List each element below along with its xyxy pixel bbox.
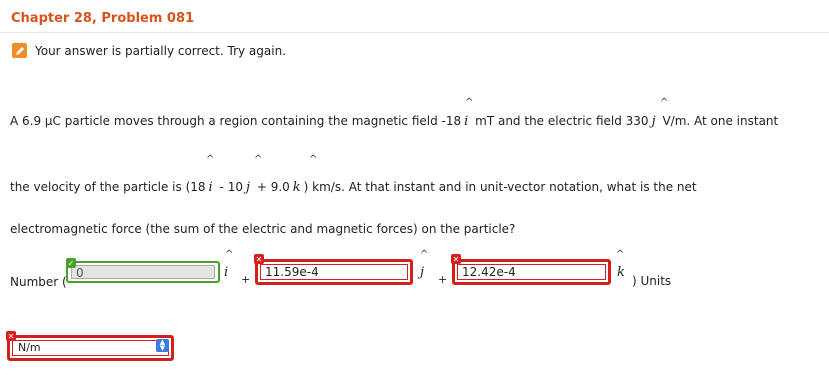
hat-mark: ^ [309,154,318,165]
j-component-field[interactable]: 11.59e-4 [255,259,413,285]
select-updown-icon[interactable]: ▲ ▼ [156,339,169,352]
plus-sign: + [438,273,448,286]
hat-mark: ^ [206,154,215,165]
unit-vector-i: i [208,180,213,195]
problem-title: Chapter 28, Problem 081 [11,11,195,26]
incorrect-x-icon: ✕ [6,331,16,341]
problem-text: + 9.0 [256,180,290,194]
incorrect-x-icon: ✕ [254,254,264,264]
hat-mark: ^ [465,97,474,108]
plus-sign: + [241,273,251,286]
units-label: ) Units [632,274,672,288]
problem-text: - 10 [219,180,243,194]
unit-vector-i: i [464,114,469,129]
k-component-field[interactable]: 12.42e-4 [452,259,611,285]
i-component-field[interactable]: 0 [66,261,220,283]
hat-mark: ^ [660,97,669,108]
problem-line-2: the velocity of the particle is (18 i - 1… [10,180,697,195]
header-divider [0,32,829,33]
hat-mark: ^ [420,249,429,260]
hat-mark: ^ [225,249,234,260]
correct-check-icon: ✓ [66,258,76,268]
units-select[interactable]: N/m ▲ ▼ [7,335,174,361]
problem-text: ) km/s. At that instant and in unit-vect… [303,180,697,194]
problem-text: mT and the electric field 330 [475,114,649,128]
unit-vector-j: j [420,265,425,280]
pencil-icon [12,43,27,58]
unit-vector-j: j [245,180,250,195]
j-component-input[interactable]: 11.59e-4 [260,264,408,280]
problem-line-1: A 6.9 μC particle moves through a region… [10,114,778,129]
unit-vector-j: j [651,114,656,129]
problem-text: V/m. At one instant [662,114,779,128]
problem-text: A 6.9 μC particle moves through a region… [10,114,462,128]
hat-mark: ^ [254,154,263,165]
hat-mark: ^ [616,249,625,260]
unit-vector-k: k [292,180,301,195]
incorrect-x-icon: ✕ [451,254,461,264]
i-component-input[interactable]: 0 [71,265,215,280]
problem-line-3: electromagnetic force (the sum of the el… [10,222,516,236]
unit-vector-i: i [224,265,229,280]
status-text: Your answer is partially correct. Try ag… [35,43,287,58]
problem-text: the velocity of the particle is (18 [10,180,206,194]
status-message: Your answer is partially correct. Try ag… [12,43,286,58]
units-select-value[interactable]: N/m [12,340,169,356]
number-label: Number ( [10,275,67,289]
unit-vector-k: k [617,265,625,280]
k-component-input[interactable]: 12.42e-4 [457,264,606,280]
